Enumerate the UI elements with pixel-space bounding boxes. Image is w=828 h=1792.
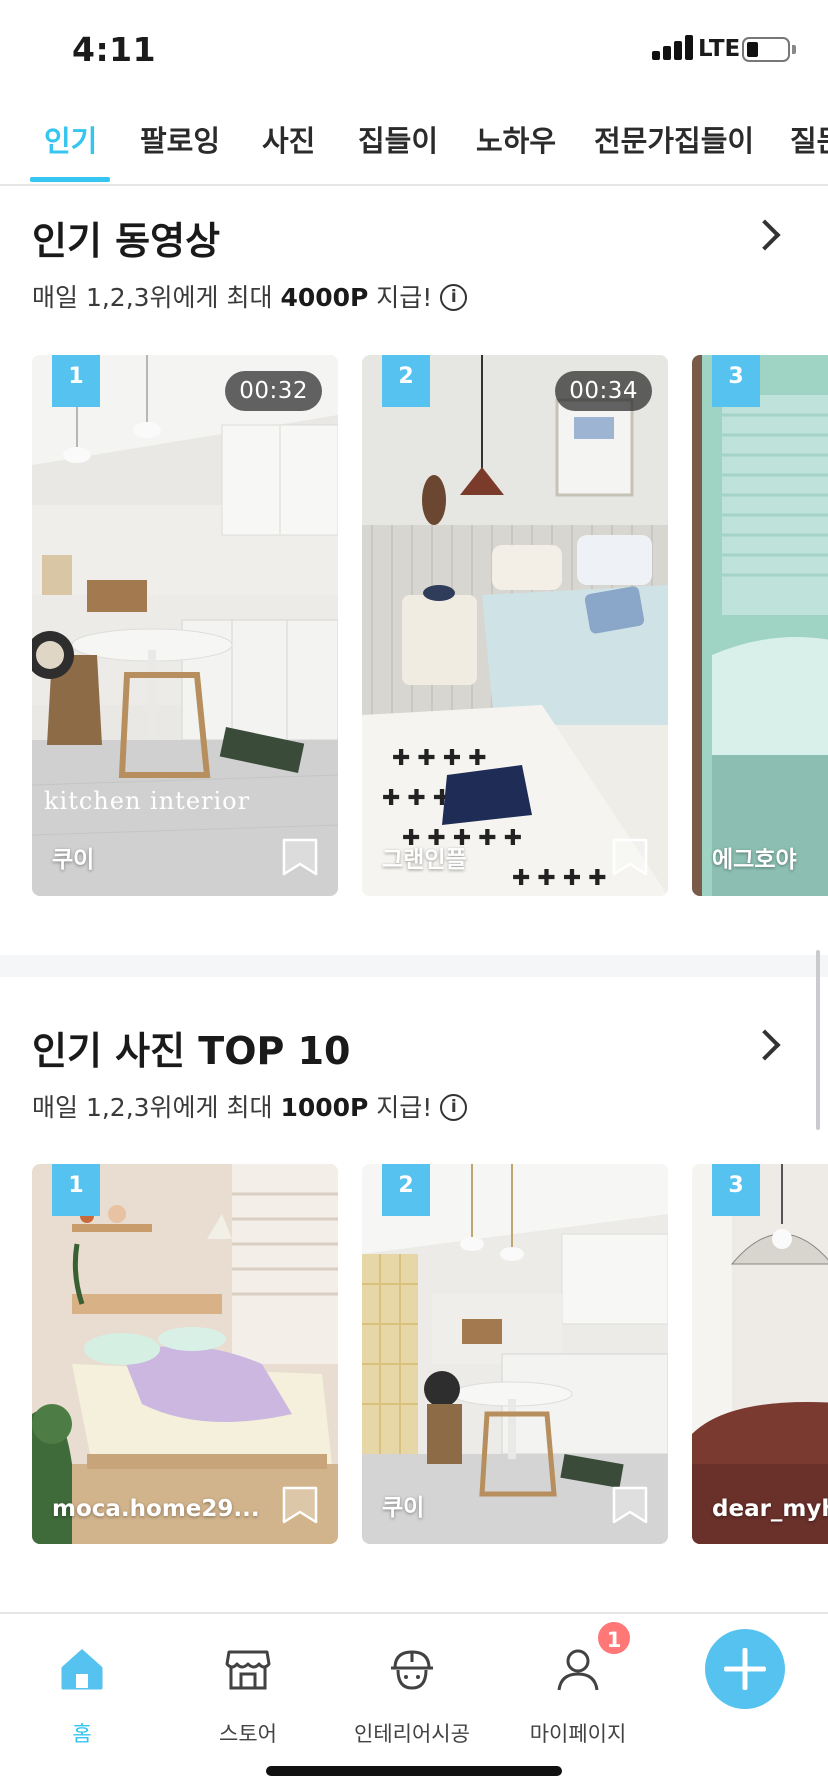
subtitle-points: 4000P bbox=[280, 283, 369, 312]
battery-nub bbox=[792, 45, 796, 54]
photos-section-title: 인기 사진 TOP 10 bbox=[32, 1029, 351, 1073]
nav-mypage-label: 마이페이지 bbox=[529, 1722, 627, 1746]
photos-more-chevron-icon[interactable] bbox=[749, 1029, 781, 1061]
subtitle-prefix: 매일 1,2,3위에게 최대 bbox=[32, 283, 281, 312]
home-indicator[interactable] bbox=[266, 1766, 562, 1776]
bedroom-video-thumbnail: ✚ ✚ ✚ ✚ ✚ ✚ ✚ ✚ ✚ ✚ ✚ ✚ ✚ ✚ ✚ ✚ ✚ ✚ bbox=[362, 355, 668, 896]
tab-knowhow[interactable]: 노하우 bbox=[476, 118, 556, 184]
notification-badge: 1 bbox=[596, 1620, 632, 1656]
tab-following[interactable]: 팔로잉 bbox=[140, 118, 220, 184]
video-card[interactable]: 3 에그호야 bbox=[692, 355, 828, 896]
person-icon bbox=[557, 1649, 599, 1691]
video-card[interactable]: 1 00:32 kitchen interior 쿠이 bbox=[32, 355, 338, 896]
network-type: LTE bbox=[698, 36, 741, 62]
bookmark-icon[interactable] bbox=[612, 838, 648, 876]
card-username[interactable]: moca.home29... bbox=[52, 1496, 260, 1522]
videos-section-subtitle: 매일 1,2,3위에게 최대 4000P 지급! i bbox=[32, 278, 468, 314]
card-username[interactable]: 쿠이 bbox=[52, 840, 94, 874]
videos-more-chevron-icon[interactable] bbox=[749, 219, 781, 251]
info-icon[interactable]: i bbox=[440, 1093, 468, 1121]
tab-questions[interactable]: 질문 bbox=[790, 118, 828, 184]
add-content-button[interactable] bbox=[705, 1629, 785, 1709]
tab-popular[interactable]: 인기 bbox=[44, 118, 97, 184]
card-username[interactable]: 에그호야 bbox=[712, 840, 797, 874]
video-overlay-caption: kitchen interior bbox=[44, 787, 251, 815]
photos-section-subtitle: 매일 1,2,3위에게 최대 1000P 지급! i bbox=[32, 1088, 468, 1124]
card-username[interactable]: dear_myh bbox=[712, 1496, 828, 1522]
photo-card[interactable]: 1 moca.home29... bbox=[32, 1164, 338, 1544]
rank-badge: 2 bbox=[382, 1164, 430, 1216]
video-card[interactable]: ✚ ✚ ✚ ✚ ✚ ✚ ✚ ✚ ✚ ✚ ✚ ✚ ✚ ✚ ✚ ✚ ✚ ✚ 2 00… bbox=[362, 355, 668, 896]
tab-photos[interactable]: 사진 bbox=[262, 118, 315, 184]
rank-badge: 3 bbox=[712, 1164, 760, 1216]
bookmark-icon[interactable] bbox=[612, 1486, 648, 1524]
store-icon bbox=[225, 1650, 271, 1690]
signal-icon bbox=[652, 34, 696, 60]
subtitle-suffix: 지급! bbox=[368, 283, 433, 312]
tab-expert-housewarming[interactable]: 전문가집들이 bbox=[594, 118, 754, 184]
nav-interior-construction-label: 인테리어시공 bbox=[354, 1722, 470, 1746]
rank-badge: 1 bbox=[52, 355, 100, 407]
green-room-video-thumbnail bbox=[692, 355, 828, 896]
subtitle-suffix: 지급! bbox=[368, 1093, 433, 1122]
rank-badge: 2 bbox=[382, 355, 430, 407]
scrollbar[interactable] bbox=[816, 950, 820, 1130]
card-username[interactable]: 쿠이 bbox=[382, 1488, 424, 1522]
photo-card[interactable]: 3 dear_myh bbox=[692, 1164, 828, 1544]
rank-badge: 3 bbox=[712, 355, 760, 407]
living-room-photo-thumbnail bbox=[692, 1164, 828, 1544]
bookmark-icon[interactable] bbox=[282, 838, 318, 876]
photo-card[interactable]: 2 쿠이 bbox=[362, 1164, 668, 1544]
section-divider bbox=[0, 955, 828, 977]
nav-store-label: 스토어 bbox=[219, 1722, 277, 1746]
bottom-navigation: 홈 스토어 인테리어시공 마이페이지 bbox=[0, 1612, 828, 1792]
card-username[interactable]: 그랜인플 bbox=[382, 840, 467, 874]
video-duration: 00:34 bbox=[555, 371, 652, 411]
status-bar: 4:11 LTE bbox=[0, 0, 828, 96]
video-duration: 00:32 bbox=[225, 371, 322, 411]
videos-section-title: 인기 동영상 bbox=[32, 219, 221, 263]
status-time: 4:11 bbox=[72, 30, 157, 69]
worker-icon bbox=[391, 1650, 433, 1690]
subtitle-prefix: 매일 1,2,3위에게 최대 bbox=[32, 1093, 281, 1122]
nav-home-label: 홈 bbox=[72, 1722, 92, 1746]
svg-text:✚ ✚ ✚ ✚: ✚ ✚ ✚ ✚ bbox=[392, 746, 487, 771]
active-tab-indicator bbox=[30, 177, 110, 182]
category-tabs: 인기 팔로잉 사진 집들이 노하우 전문가집들이 질문 bbox=[0, 96, 828, 186]
svg-text:✚ ✚ ✚ ✚: ✚ ✚ ✚ ✚ bbox=[512, 866, 607, 891]
home-icon bbox=[61, 1649, 103, 1690]
bookmark-icon[interactable] bbox=[282, 1486, 318, 1524]
info-icon[interactable]: i bbox=[440, 283, 468, 311]
battery-icon bbox=[742, 37, 790, 62]
rank-badge: 1 bbox=[52, 1164, 100, 1216]
tab-housewarming[interactable]: 집들이 bbox=[358, 118, 438, 184]
subtitle-points: 1000P bbox=[280, 1093, 369, 1122]
